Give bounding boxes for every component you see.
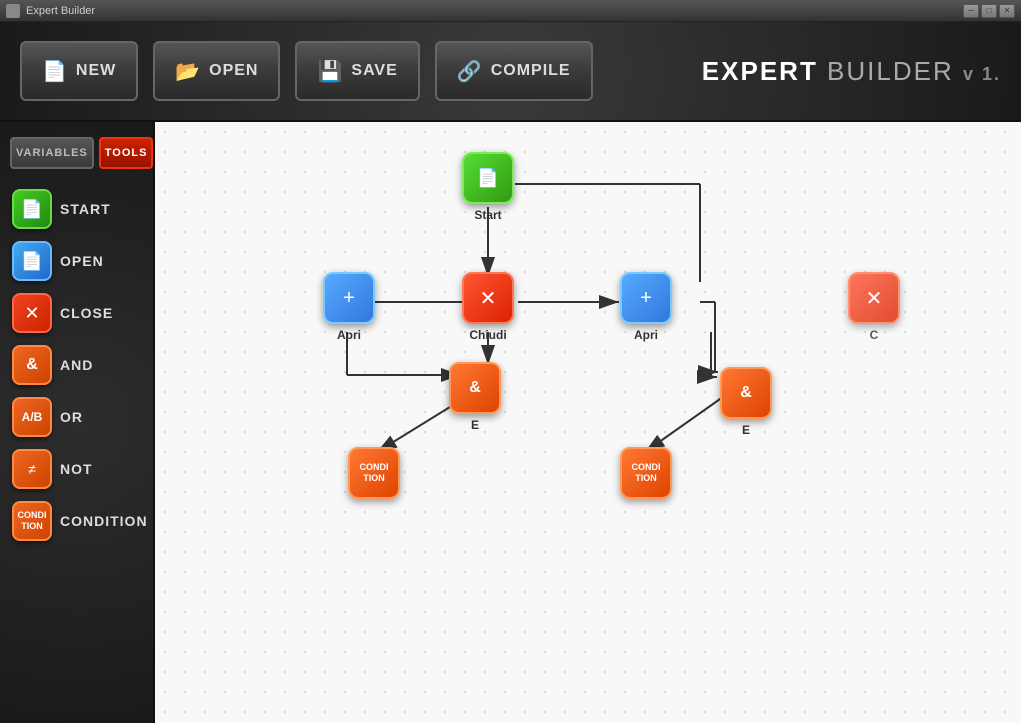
app-title-builder: BUILDER [827,56,963,86]
or-icon: A/B [12,397,52,437]
and-label: AND [60,357,93,373]
new-button[interactable]: 📄 NEW [20,41,138,101]
close-icon: ✕ [12,293,52,333]
apri1-node-icon: + [323,272,375,324]
save-icon: 💾 [317,59,343,84]
node-chiudi[interactable]: ✕ Chiudi [462,272,514,342]
or-label: OR [60,409,83,425]
cond1-node-icon: CONDITION [348,447,400,499]
start-node-label: Start [474,208,501,222]
close-button[interactable]: ✕ [999,4,1015,18]
sidebar-tabs: VARIABLES TOOLS [10,137,143,169]
flow-arrows [155,122,1021,723]
not-label: NOT [60,461,93,477]
open-label: OPEN [60,253,104,269]
open-label: OPEN [209,62,258,80]
partial-node-label: C [870,328,879,342]
title-bar: Expert Builder ─ □ ✕ [0,0,1021,22]
apri2-node-icon: + [620,272,672,324]
open-button[interactable]: 📂 OPEN [153,41,280,101]
save-label: SAVE [351,62,397,80]
sidebar: VARIABLES TOOLS 📄 START 📄 OPEN ✕ CLOS [0,122,155,723]
node-cond1[interactable]: CONDITION [348,447,400,499]
node-apri2[interactable]: + Apri [620,272,672,342]
and-icon: & [12,345,52,385]
condition-icon: CONDITION [12,501,52,541]
main-area: VARIABLES TOOLS 📄 START 📄 OPEN ✕ CLOS [0,122,1021,723]
e1-node-icon: & [449,362,501,414]
compile-button[interactable]: 🔗 COMPILE [435,41,593,101]
compile-label: COMPILE [491,62,571,80]
node-partial-right[interactable]: ✕ C [848,272,900,342]
save-button[interactable]: 💾 SAVE [295,41,419,101]
sidebar-item-close[interactable]: ✕ CLOSE [10,291,143,335]
start-node-icon: 📄 [462,152,514,204]
apri2-node-label: Apri [634,328,658,342]
canvas[interactable]: 📄 Start ✕ Chiudi + Apri + Apri [155,122,1021,723]
title-bar-controls[interactable]: ─ □ ✕ [963,4,1015,18]
start-icon: 📄 [12,189,52,229]
close-label: CLOSE [60,305,113,321]
sidebar-item-not[interactable]: ≠ NOT [10,447,143,491]
e2-node-label: E [742,423,750,437]
node-apri1[interactable]: + Apri [323,272,375,342]
sidebar-item-open[interactable]: 📄 OPEN [10,239,143,283]
open-icon: 📂 [175,59,201,84]
app-title-expert: EXPERT [702,56,827,86]
app-title: EXPERT BUILDER v 1. [702,56,1001,87]
sidebar-item-or[interactable]: A/B OR [10,395,143,439]
start-label: START [60,201,111,217]
partial-node-icon: ✕ [848,272,900,324]
sidebar-item-and[interactable]: & AND [10,343,143,387]
toolbar: 📄 NEW 📂 OPEN 💾 SAVE 🔗 COMPILE EXPERT BUI… [0,22,1021,122]
chiudi-node-icon: ✕ [462,272,514,324]
node-start[interactable]: 📄 Start [462,152,514,222]
new-icon: 📄 [42,59,68,84]
apri1-node-label: Apri [337,328,361,342]
node-cond2[interactable]: CONDITION [620,447,672,499]
new-label: NEW [76,62,116,80]
sidebar-item-start[interactable]: 📄 START [10,187,143,231]
tab-variables[interactable]: VARIABLES [10,137,94,169]
app-version: v 1. [963,64,1001,84]
sidebar-item-condition[interactable]: CONDITION CONDITION [10,499,143,543]
e1-node-label: E [471,418,479,432]
tab-tools[interactable]: TOOLS [99,137,154,169]
open-icon: 📄 [12,241,52,281]
node-e1[interactable]: & E [449,362,501,432]
compile-icon: 🔗 [457,59,483,84]
not-icon: ≠ [12,449,52,489]
title-bar-text: Expert Builder [26,5,963,17]
app-icon [6,4,20,18]
maximize-button[interactable]: □ [981,4,997,18]
e2-node-icon: & [720,367,772,419]
cond2-node-icon: CONDITION [620,447,672,499]
condition-label: CONDITION [60,513,148,529]
minimize-button[interactable]: ─ [963,4,979,18]
chiudi-node-label: Chiudi [469,328,506,342]
node-e2[interactable]: & E [720,367,772,437]
